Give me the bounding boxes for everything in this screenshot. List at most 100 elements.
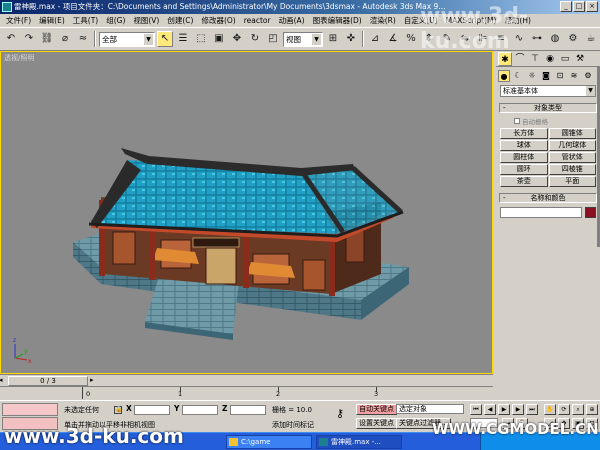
y-coord-label: Y (174, 404, 180, 413)
reference-coord-dropdown[interactable]: 视图 ▼ (283, 31, 323, 47)
menu-group[interactable]: 组(G) (102, 14, 129, 27)
axis-y (14, 353, 24, 359)
goto-start-icon[interactable]: ⏮ (470, 404, 482, 415)
orbit-icon[interactable]: ⟳ (558, 404, 570, 415)
watermark-top-right: www.3d-ku.com (420, 4, 529, 54)
axis-label-y: y (24, 348, 28, 355)
watermark-bottom-left: www.3d-ku.com (4, 424, 184, 448)
object-color-swatch[interactable] (585, 207, 596, 218)
geometry-icon[interactable]: ● (498, 70, 510, 82)
geosphere-button[interactable]: 几何球体 (548, 140, 596, 151)
time-slider[interactable]: 0 / 3 (8, 376, 88, 386)
toolbar-separator (362, 31, 364, 47)
menu-reactor[interactable]: reactor (240, 14, 275, 27)
checkbox[interactable] (514, 118, 520, 124)
select-manipulate-icon[interactable]: ✜ (343, 31, 359, 47)
maxscript-listener[interactable] (2, 403, 58, 416)
key-icon[interactable]: ⚷ (336, 407, 344, 420)
cylinder-button[interactable]: 圆柱体 (500, 152, 548, 163)
sphere-button[interactable]: 球体 (500, 140, 548, 151)
taskbar-item-3dsmax[interactable]: 雷神殿.max -... (316, 435, 402, 449)
menu-views[interactable]: 视图(V) (129, 14, 163, 27)
pan-view-icon[interactable]: ✋ (544, 404, 556, 415)
name-color-rollout[interactable]: - 名称和颜色 (499, 193, 597, 203)
select-move-icon[interactable]: ✥ (229, 31, 245, 47)
undo-icon[interactable]: ↶ (3, 31, 19, 47)
snap-toggle-icon[interactable]: ⊿ (367, 31, 383, 47)
menu-edit[interactable]: 编辑(E) (35, 14, 69, 27)
select-object-icon[interactable]: ↖ (157, 31, 173, 47)
region-select-icon[interactable]: ⬚ (193, 31, 209, 47)
x-coord-field[interactable] (134, 405, 170, 415)
cameras-icon[interactable]: ◙ (540, 70, 552, 82)
perspective-viewport[interactable]: 透视/照明 z x y (0, 51, 493, 374)
zoom-icon[interactable]: ⌕ (572, 404, 584, 415)
y-coord-field[interactable] (182, 405, 218, 415)
autogrid-checkbox[interactable]: 自动栅格 (514, 116, 600, 126)
auto-key-button[interactable]: 自动关键点 (356, 404, 397, 415)
menu-animation[interactable]: 动画(A) (275, 14, 309, 27)
z-coord-field[interactable] (230, 405, 266, 415)
object-name-field[interactable] (500, 207, 582, 218)
chevron-down-icon: ▼ (144, 33, 153, 45)
next-frame-arrow-icon[interactable]: ▸ (90, 376, 94, 384)
unlink-icon[interactable]: ⌀ (57, 31, 73, 47)
select-scale-icon[interactable]: ◰ (265, 31, 281, 47)
track-bar[interactable]: 0 1 2 3 (0, 386, 493, 400)
prev-frame-icon[interactable]: ◀ (484, 404, 496, 415)
space-warps-icon[interactable]: ≋ (568, 70, 580, 82)
menu-graph-editors[interactable]: 图表编辑器(D) (309, 14, 366, 27)
menu-tools[interactable]: 工具(T) (69, 14, 102, 27)
frame-marker (82, 387, 83, 399)
toolbar-separator (94, 31, 96, 47)
time-slider-bar: ◂ 0 / 3 ▸ (0, 374, 493, 386)
torus-button[interactable]: 圆环 (500, 164, 548, 175)
redo-icon[interactable]: ↷ (21, 31, 37, 47)
axis-x (14, 357, 28, 361)
plane-button[interactable]: 平面 (548, 176, 596, 187)
primitive-category-dropdown[interactable]: 标准基本体 ▼ (500, 85, 596, 97)
lights-icon[interactable]: ☼ (526, 70, 538, 82)
shapes-icon[interactable]: ☾ (512, 70, 524, 82)
prev-frame-arrow-icon[interactable]: ◂ (0, 376, 3, 384)
pillar (243, 232, 249, 288)
next-frame-icon[interactable]: ▶ (512, 404, 524, 415)
tick-label: 2 (276, 390, 281, 398)
bind-space-warp-icon[interactable]: ≈ (75, 31, 91, 47)
object-type-rollout[interactable]: - 对象类型 (499, 103, 597, 113)
zoom-all-icon[interactable]: ⊕ (586, 404, 598, 415)
selection-filter-dropdown[interactable]: 全部 ▼ (99, 31, 155, 47)
select-by-name-icon[interactable]: ☰ (175, 31, 191, 47)
systems-icon[interactable]: ⚙ (582, 70, 594, 82)
menu-modifiers[interactable]: 修改器(O) (197, 14, 239, 27)
teapot-button[interactable]: 茶壶 (500, 176, 548, 187)
selection-lock-icon[interactable]: 🔒 (114, 406, 122, 414)
link-icon[interactable]: ⛓ (39, 31, 55, 47)
tube-button[interactable]: 管状体 (548, 152, 596, 163)
window-crossing-icon[interactable]: ▣ (211, 31, 227, 47)
window-panel (302, 259, 326, 291)
3dsmax-icon (319, 438, 328, 446)
play-icon[interactable]: ▶ (498, 404, 510, 415)
menu-file[interactable]: 文件(F) (2, 14, 35, 27)
tick-label: 1 (178, 390, 183, 398)
menu-rendering[interactable]: 渲染(R) (366, 14, 400, 27)
app-icon (2, 2, 12, 12)
select-rotate-icon[interactable]: ↻ (247, 31, 263, 47)
pyramid-button[interactable]: 四棱锥 (548, 164, 596, 175)
cone-button[interactable]: 圆锥体 (548, 128, 596, 139)
key-selection-dropdown[interactable]: 选定对象 (396, 404, 464, 414)
percent-snap-icon[interactable]: % (403, 31, 419, 47)
name-color-row (500, 207, 596, 218)
pivot-center-icon[interactable]: ⊞ (325, 31, 341, 47)
taskbar-item-folder[interactable]: C:\game (226, 435, 312, 449)
menu-create[interactable]: 创建(C) (163, 14, 197, 27)
box-button[interactable]: 长方体 (500, 128, 548, 139)
signboard (192, 237, 240, 248)
set-key-button[interactable]: 设置关键点 (356, 418, 397, 429)
angle-snap-icon[interactable]: ∡ (385, 31, 401, 47)
add-time-tag[interactable]: 添加时间标记 (272, 420, 314, 430)
axis-label-x: x (28, 358, 32, 365)
helpers-icon[interactable]: ⊡ (554, 70, 566, 82)
goto-end-icon[interactable]: ⏭ (526, 404, 538, 415)
